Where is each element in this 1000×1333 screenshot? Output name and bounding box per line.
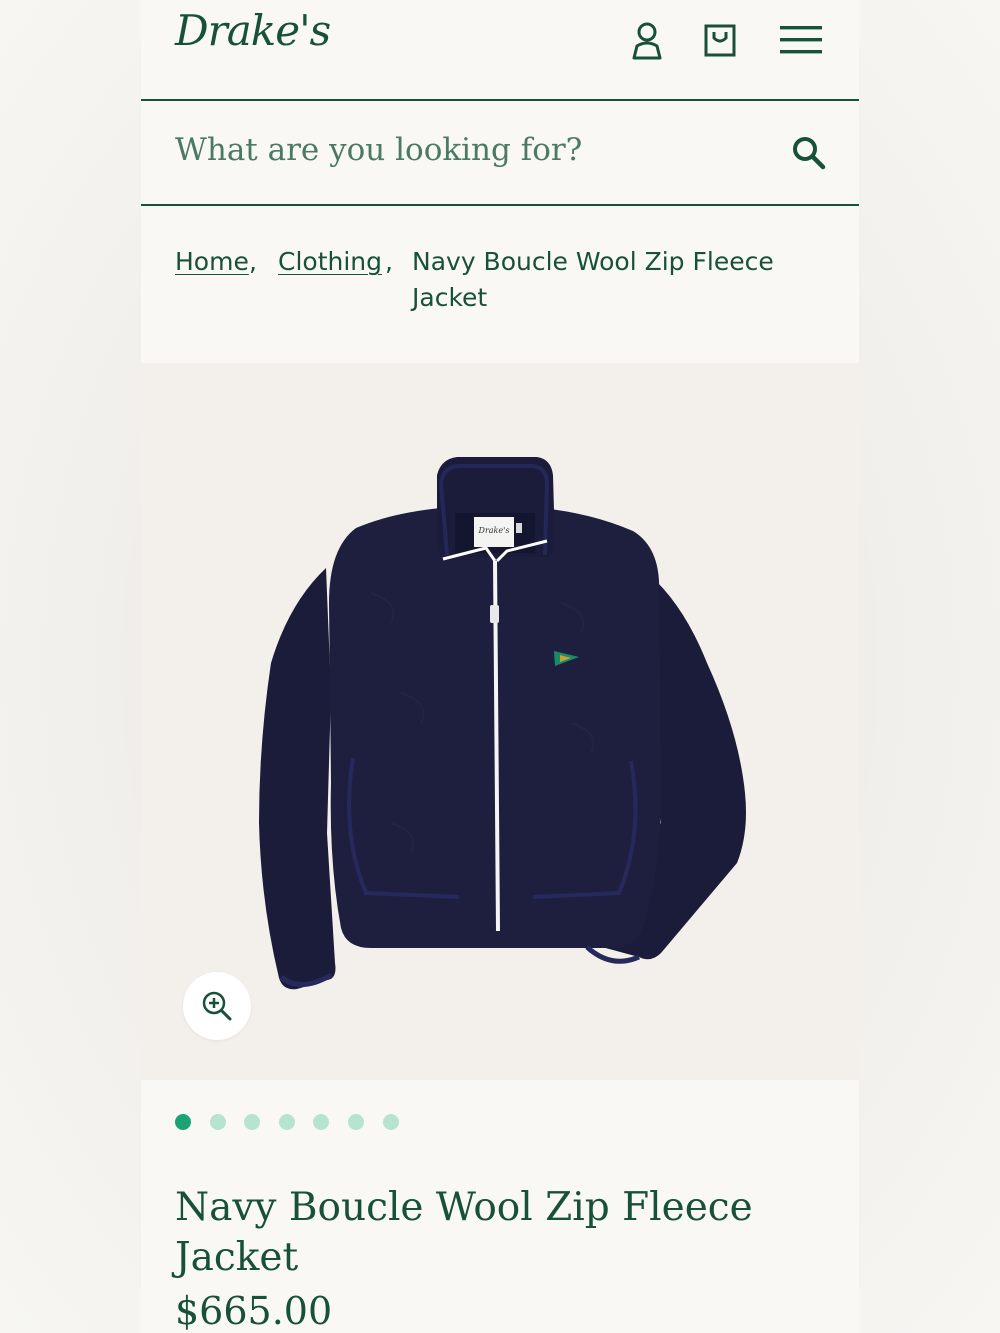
search-icon [793, 137, 826, 170]
breadcrumb-separator: , [385, 247, 393, 276]
zoom-in-icon [202, 991, 232, 1021]
jacket-left-sleeve [259, 568, 336, 990]
carousel-dot[interactable] [175, 1114, 191, 1130]
search-button[interactable] [787, 131, 831, 175]
bag-icon [704, 24, 736, 57]
breadcrumb-home-link[interactable]: Home [175, 244, 249, 280]
product-page: Drake's What are you looking for? Home ,… [141, 0, 859, 1333]
breadcrumb-clothing-link[interactable]: Clothing [278, 244, 382, 280]
carousel-dot[interactable] [382, 1114, 399, 1130]
zoom-button[interactable] [183, 972, 251, 1040]
product-image: Drake's [259, 457, 746, 990]
carousel-dot[interactable] [278, 1114, 295, 1130]
search-input[interactable] [175, 125, 775, 175]
search-divider [141, 204, 859, 206]
breadcrumb-separator: , [249, 247, 257, 276]
carousel-dot[interactable] [348, 1114, 364, 1130]
account-icon [632, 22, 662, 60]
carousel-dot[interactable] [313, 1114, 330, 1130]
product-image-gallery[interactable]: Drake's [141, 363, 859, 1080]
breadcrumb-current: Navy Boucle Wool Zip Fleece Jacket [412, 247, 774, 312]
menu-button[interactable] [777, 18, 825, 62]
search-bar [141, 101, 859, 204]
carousel-dot[interactable] [209, 1114, 226, 1130]
bag-button[interactable] [698, 18, 742, 62]
carousel-dot[interactable] [244, 1114, 261, 1130]
menu-icon [780, 26, 822, 54]
account-button[interactable] [625, 18, 669, 62]
product-price: $665.00 [175, 1289, 333, 1333]
site-header: Drake's [141, 0, 859, 100]
svg-text:Drake's: Drake's [478, 526, 510, 535]
brand-logo[interactable]: Drake's [175, 6, 331, 55]
product-title: Navy Boucle Wool Zip Fleece Jacket [175, 1185, 753, 1280]
